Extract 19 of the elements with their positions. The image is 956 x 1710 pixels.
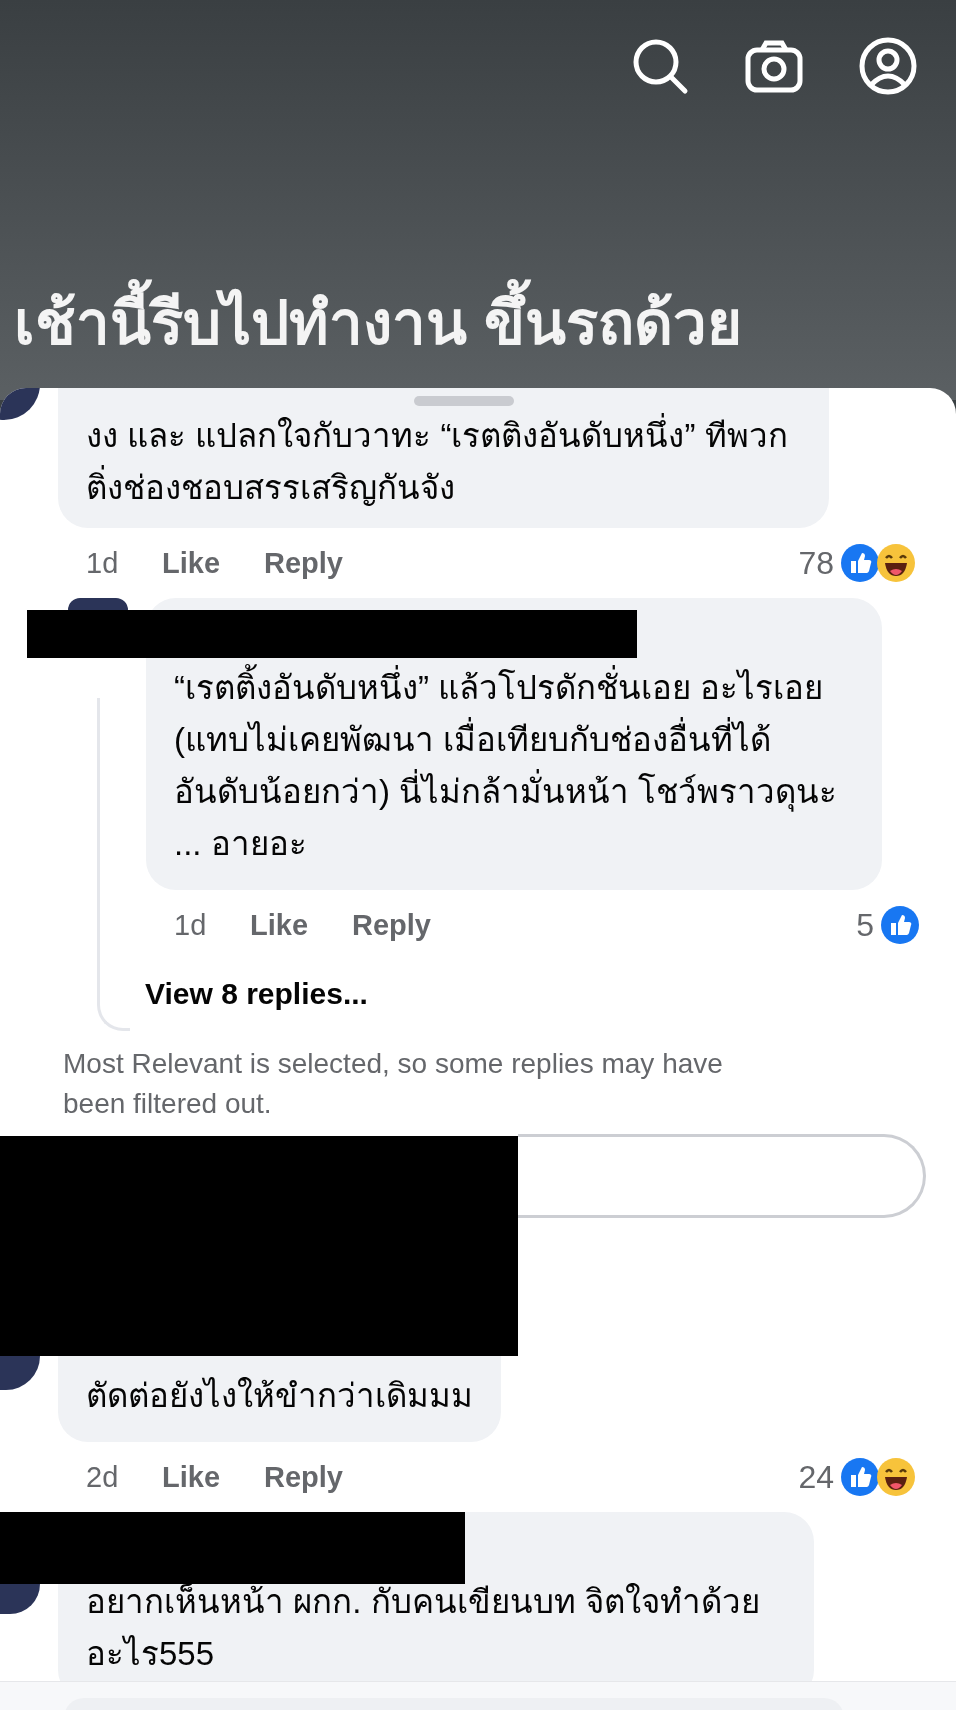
reply-button[interactable]: Reply [264,546,343,580]
timestamp: 2d [86,1460,120,1494]
post-title: เช้านี้รีบไปทำงาน ขึ้นรถด้วย [0,276,956,372]
comment-text: งง และ แปลกใจกับวาทะ “เรตติงอันดับหนึ่ง” ทีพวก ติ่งช่องชอบสรรเสริญกันจัง [86,410,801,514]
reaction-count: 78 [798,544,834,582]
reply-button[interactable]: Reply [264,1460,343,1494]
like-button[interactable]: Like [162,1460,221,1494]
like-button[interactable]: Like [250,908,309,942]
view-replies-link[interactable]: View 8 replies... [0,960,368,1014]
reaction-count: 24 [798,1458,834,1496]
reaction-count: 5 [856,906,874,944]
like-button[interactable]: Like [162,546,221,580]
comment-text: ตัดต่อยังไงให้ขำกว่าเดิมมม [86,1376,473,1416]
comment-text: “เรตติ้งอันดับหนึ่ง” แล้วโปรดักชั่นเอย อะไรเอย (แทบไม่เคยพัฒนา เมื่อเทียบกับช่องอื่นที่ได้ อันดับน้อยกว่า) นี่ไม่กล้ามั่นหน้า โชว์พราวดุนะ ... อายอะ [174,662,854,870]
comment-text: อยากเห็นหน้า ผกก. กับคนเขียนบท จิตใจทำด้วย อะไร555 [86,1582,761,1674]
filter-note: Most Relevant is selected, so some replies may have been filtered out. [62,1047,724,1121]
timestamp: 1d [174,908,208,942]
reply-button[interactable]: Reply [352,908,431,942]
timestamp: 1d [86,546,120,580]
